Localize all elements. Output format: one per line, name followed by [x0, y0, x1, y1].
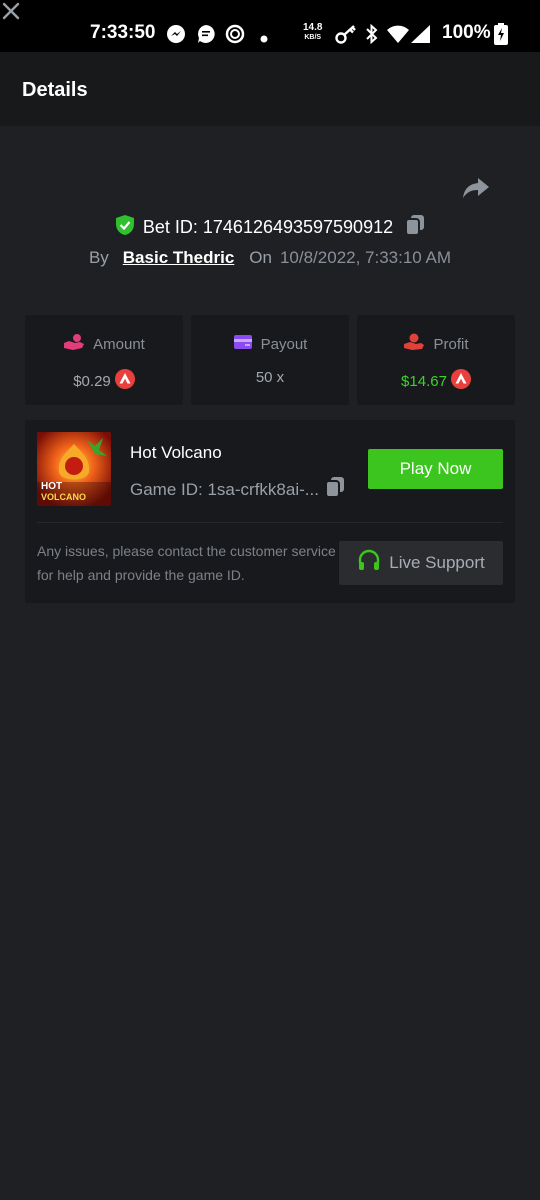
stat-profit-value: $14.67 — [401, 372, 447, 390]
support-notice: Any issues, please contact the customer … — [37, 543, 336, 583]
chat-icon — [196, 24, 216, 49]
status-time: 7:33:50 — [90, 22, 156, 43]
status-bar: 7:33:50 14.8 KB/S 100% — [0, 0, 540, 52]
hand-coins-icon — [63, 333, 85, 355]
game-thumbnail[interactable]: HOT VOLCANO — [37, 432, 111, 506]
by-label: By — [88, 248, 109, 267]
bluetooth-icon — [364, 23, 380, 49]
dot-icon — [260, 30, 268, 48]
stat-profit: Profit $14.67 — [357, 315, 515, 405]
battery-icon — [494, 23, 508, 50]
close-icon[interactable] — [0, 0, 22, 27]
signal-icon — [410, 24, 432, 49]
stat-amount-label: Amount — [93, 335, 145, 353]
headset-icon — [357, 549, 381, 578]
game-card: HOT VOLCANO Hot Volcano Game ID: 1sa-crf… — [25, 420, 515, 603]
wifi-icon — [386, 24, 410, 49]
bet-id-row: Bet ID: 1746126493597590912 — [0, 213, 540, 241]
game-name: Hot Volcano — [130, 443, 222, 462]
page-title: Details — [22, 79, 88, 101]
live-support-button[interactable]: Live Support — [339, 541, 503, 585]
o-ring-icon — [225, 24, 245, 49]
copy-icon[interactable] — [324, 476, 345, 503]
key-icon — [335, 24, 357, 49]
stat-payout-value: 50 x — [255, 369, 285, 386]
speed-value: 14.8 — [303, 22, 323, 33]
divider — [37, 522, 503, 523]
copy-icon[interactable] — [405, 214, 425, 241]
shield-check-icon — [115, 214, 135, 241]
wallet-card-icon — [233, 333, 253, 355]
bet-byline: By Basic Thedric On 10/8/2022, 7:33:10 A… — [0, 246, 540, 270]
stat-profit-label: Profit — [433, 335, 469, 353]
avax-currency-icon — [114, 369, 135, 393]
stat-amount-value: $0.29 — [73, 372, 111, 390]
bet-date: 10/8/2022, 7:33:10 AM — [279, 248, 452, 267]
thumb-title-line2: VOLCANO — [41, 492, 86, 502]
game-id: Game ID: 1sa-crfkk8ai-... — [130, 479, 319, 499]
messenger-icon — [166, 24, 186, 49]
details-header: Details — [0, 52, 540, 126]
user-link[interactable]: Basic Thedric — [123, 248, 235, 268]
hand-heart-icon — [403, 333, 425, 355]
stat-payout-label: Payout — [260, 335, 308, 353]
share-icon[interactable] — [462, 176, 490, 205]
thumb-title-line1: HOT — [41, 481, 63, 492]
battery-percent: 100% — [442, 22, 491, 43]
stat-payout: Payout 50 x — [191, 315, 349, 405]
stat-amount: Amount $0.29 — [25, 315, 183, 405]
bet-stats: Amount $0.29 Payout 50 x Profit $14.67 — [25, 315, 515, 405]
network-speed: 14.8 KB/S — [303, 23, 322, 43]
live-support-label: Live Support — [389, 553, 485, 572]
bet-id: Bet ID: 1746126493597590912 — [142, 216, 394, 237]
speed-unit: KB/S — [304, 34, 322, 41]
game-id-row: Game ID: 1sa-crfkk8ai-... — [130, 476, 345, 503]
on-label: On — [249, 248, 272, 267]
play-now-button[interactable]: Play Now — [368, 449, 503, 489]
avax-currency-icon — [450, 369, 471, 393]
